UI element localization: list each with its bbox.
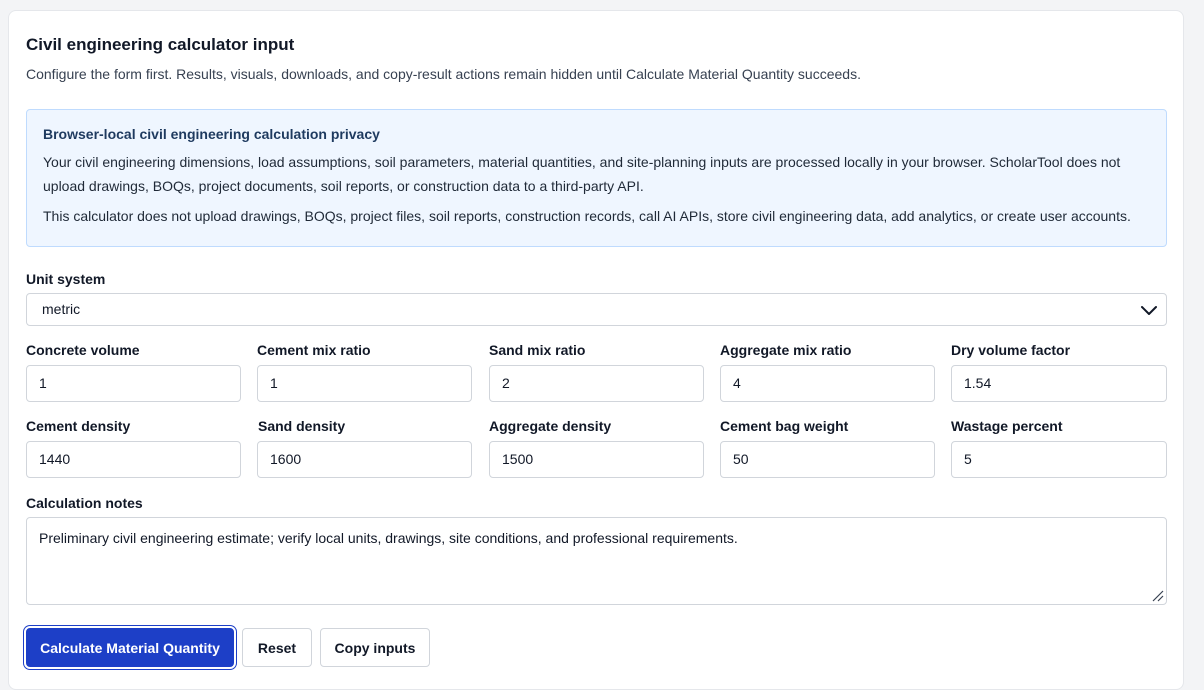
privacy-paragraph-1: Your civil engineering dimensions, load … xyxy=(43,154,1121,194)
copy-inputs-button[interactable]: Copy inputs xyxy=(320,628,430,667)
aggregate-mix-ratio-input[interactable]: 4 xyxy=(720,365,935,402)
calculation-notes-textarea[interactable]: Preliminary civil engineering estimate; … xyxy=(26,517,1167,605)
privacy-paragraph-2: This calculator does not upload drawings… xyxy=(43,208,1131,224)
cement-density-input[interactable]: 1440 xyxy=(26,441,241,478)
concrete-volume-label: Concrete volume xyxy=(26,342,140,358)
wastage-percent-input[interactable]: 5 xyxy=(951,441,1167,478)
aggregate-density-input[interactable]: 1500 xyxy=(489,441,704,478)
cement-bag-weight-label: Cement bag weight xyxy=(720,418,849,434)
unit-system-label: Unit system xyxy=(26,271,106,287)
chevron-down-icon xyxy=(1141,306,1157,315)
sand-mix-ratio-label: Sand mix ratio xyxy=(489,342,586,358)
calculation-notes-label: Calculation notes xyxy=(26,495,143,511)
reset-button[interactable]: Reset xyxy=(242,628,312,667)
dry-volume-factor-input[interactable]: 1.54 xyxy=(951,365,1167,402)
page-title: Civil engineering calculator input xyxy=(26,35,295,54)
cement-density-label: Cement density xyxy=(26,418,131,434)
privacy-heading: Browser-local civil engineering calculat… xyxy=(43,126,380,142)
resize-handle-icon[interactable] xyxy=(1150,588,1164,602)
cement-mix-ratio-label: Cement mix ratio xyxy=(257,342,371,358)
page-subtitle: Configure the form first. Results, visua… xyxy=(26,66,861,82)
sand-mix-ratio-input[interactable]: 2 xyxy=(489,365,704,402)
unit-system-select[interactable]: metric xyxy=(26,293,1167,326)
privacy-notice: Browser-local civil engineering calculat… xyxy=(26,109,1167,247)
unit-system-value: metric xyxy=(42,301,81,317)
calculator-card: Civil engineering calculator input Confi… xyxy=(8,10,1184,690)
dry-volume-factor-label: Dry volume factor xyxy=(951,342,1071,358)
concrete-volume-input[interactable]: 1 xyxy=(26,365,241,402)
wastage-percent-label: Wastage percent xyxy=(951,418,1063,434)
calculate-button[interactable]: Calculate Material Quantity xyxy=(26,628,234,667)
sand-density-input[interactable]: 1600 xyxy=(257,441,472,478)
aggregate-mix-ratio-label: Aggregate mix ratio xyxy=(720,342,852,358)
calculation-notes-value: Preliminary civil engineering estimate; … xyxy=(39,530,738,546)
cement-bag-weight-input[interactable]: 50 xyxy=(720,441,935,478)
cement-mix-ratio-input[interactable]: 1 xyxy=(257,365,472,402)
sand-density-label: Sand density xyxy=(258,418,346,434)
aggregate-density-label: Aggregate density xyxy=(489,418,612,434)
